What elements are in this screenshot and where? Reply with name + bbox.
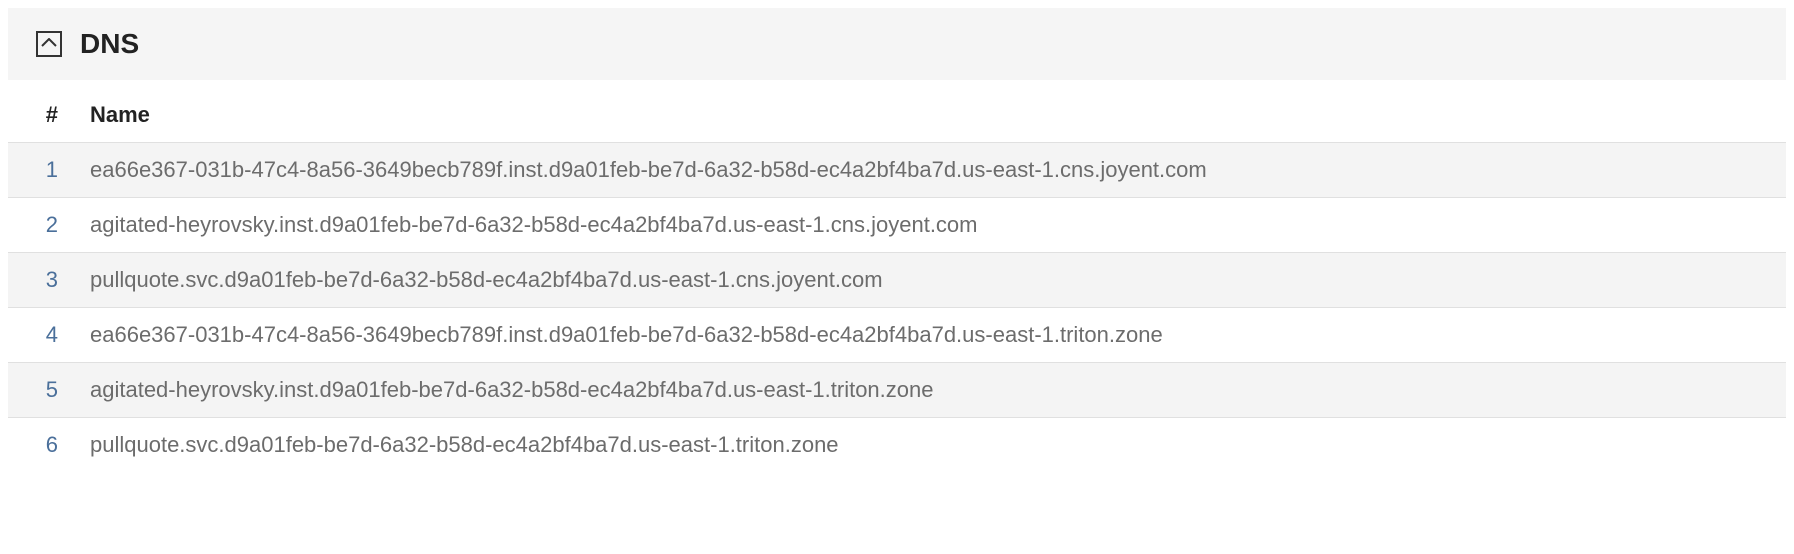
table-row: 4 ea66e367-031b-47c4-8a56-3649becb789f.i… (8, 308, 1786, 363)
chevron-up-icon (41, 35, 57, 53)
table-row: 5 agitated-heyrovsky.inst.d9a01feb-be7d-… (8, 363, 1786, 418)
row-name: agitated-heyrovsky.inst.d9a01feb-be7d-6a… (78, 363, 1786, 418)
table-row: 2 agitated-heyrovsky.inst.d9a01feb-be7d-… (8, 198, 1786, 253)
table-header-index: # (8, 80, 78, 143)
row-name: agitated-heyrovsky.inst.d9a01feb-be7d-6a… (78, 198, 1786, 253)
panel-header: DNS (8, 8, 1786, 80)
collapse-toggle[interactable] (36, 31, 62, 57)
row-name: ea66e367-031b-47c4-8a56-3649becb789f.ins… (78, 308, 1786, 363)
row-name: pullquote.svc.d9a01feb-be7d-6a32-b58d-ec… (78, 253, 1786, 308)
row-index: 3 (8, 253, 78, 308)
row-index: 5 (8, 363, 78, 418)
row-index: 1 (8, 143, 78, 198)
table-row: 6 pullquote.svc.d9a01feb-be7d-6a32-b58d-… (8, 418, 1786, 473)
row-index: 6 (8, 418, 78, 473)
row-name: ea66e367-031b-47c4-8a56-3649becb789f.ins… (78, 143, 1786, 198)
row-index: 4 (8, 308, 78, 363)
panel-title: DNS (80, 28, 139, 60)
row-name: pullquote.svc.d9a01feb-be7d-6a32-b58d-ec… (78, 418, 1786, 473)
row-index: 2 (8, 198, 78, 253)
table-header-name: Name (78, 80, 1786, 143)
table-row: 1 ea66e367-031b-47c4-8a56-3649becb789f.i… (8, 143, 1786, 198)
table-row: 3 pullquote.svc.d9a01feb-be7d-6a32-b58d-… (8, 253, 1786, 308)
dns-table: # Name 1 ea66e367-031b-47c4-8a56-3649bec… (8, 80, 1786, 472)
